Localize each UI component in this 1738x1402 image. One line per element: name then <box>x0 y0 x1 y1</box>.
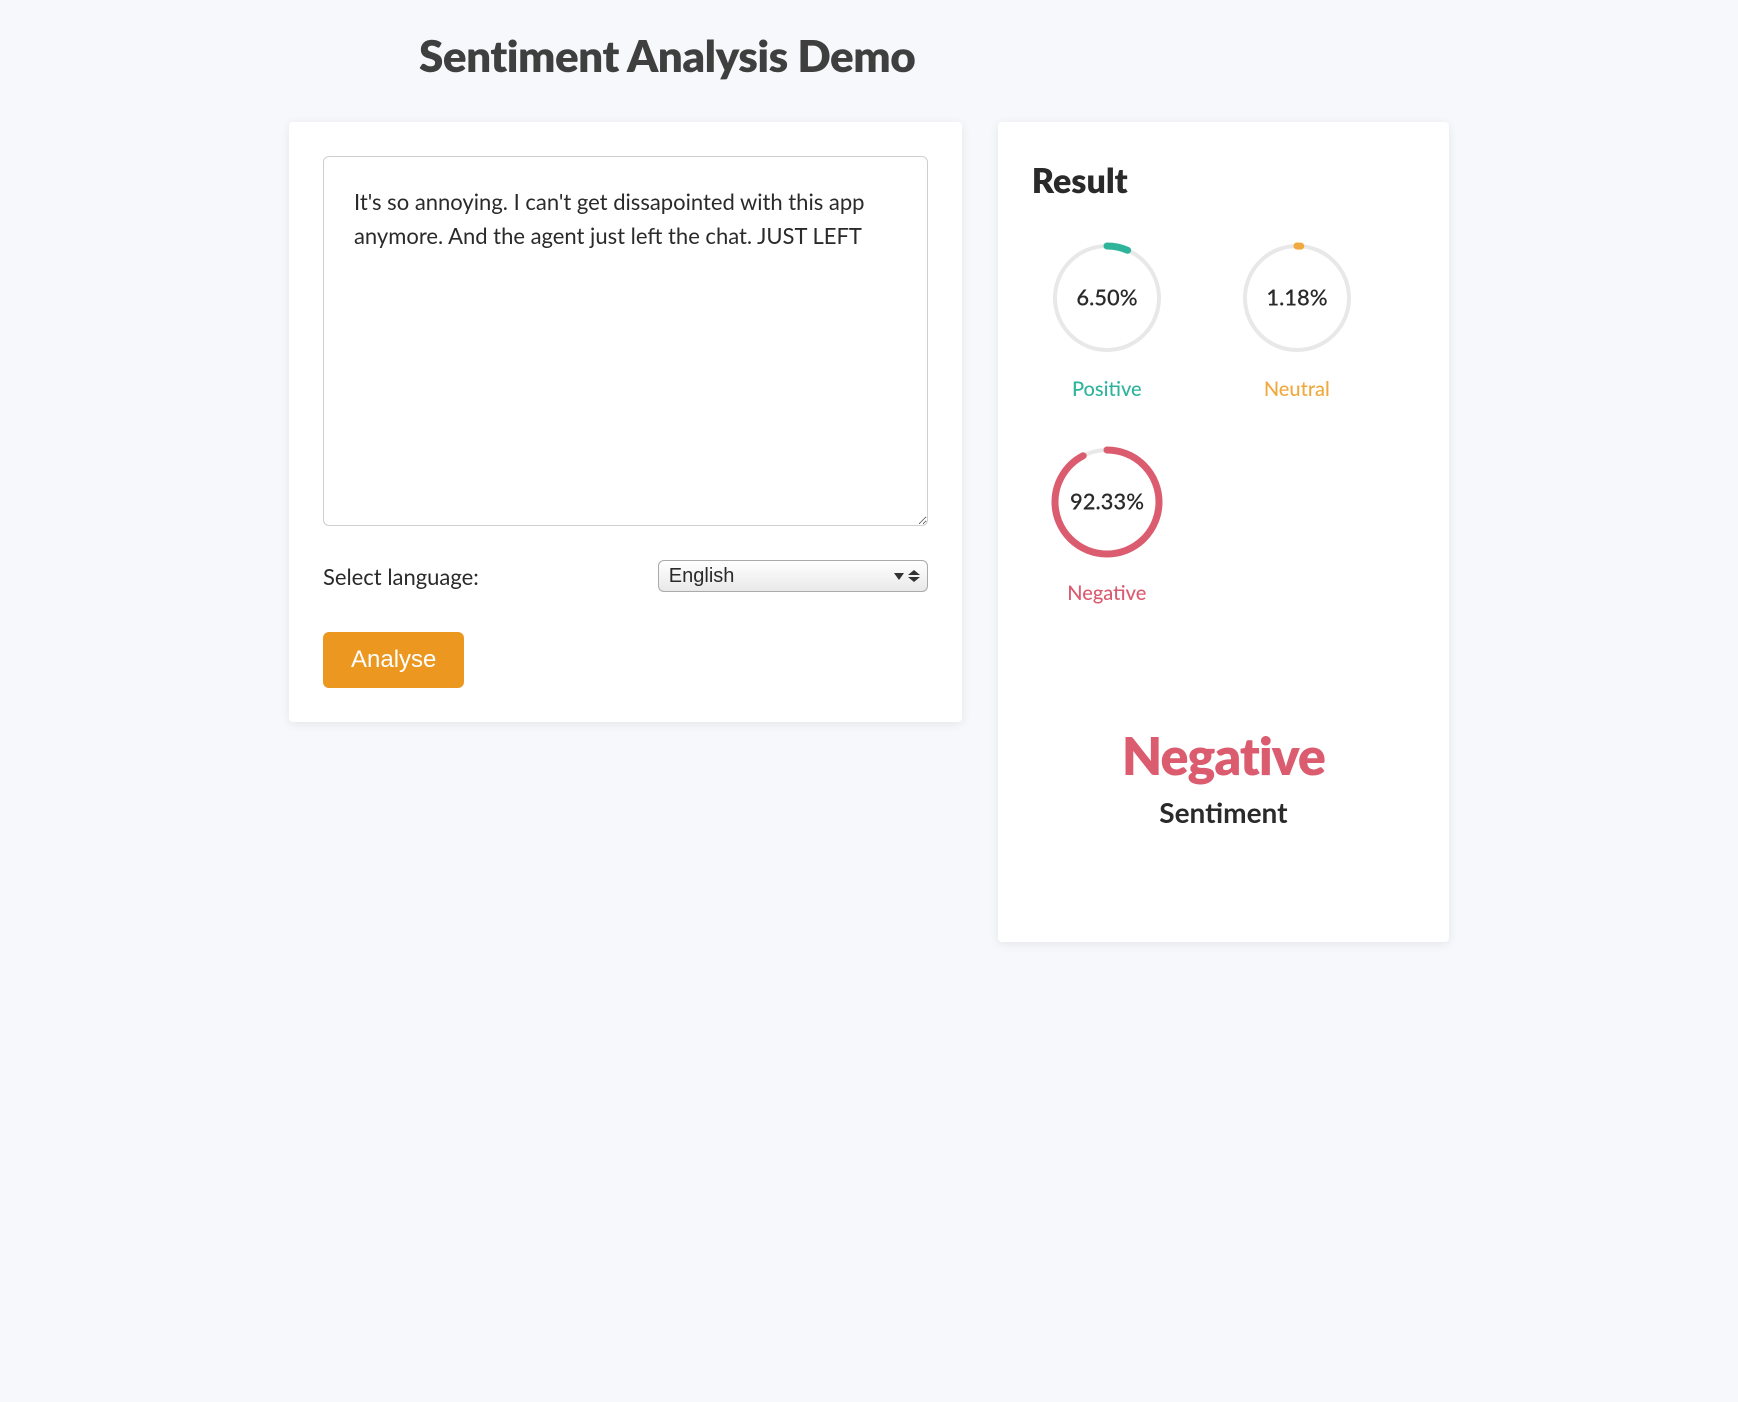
result-card: Result 6.50% Positive 1.18% Neutral 92.33% Ne… <box>998 122 1449 942</box>
verdict-sub: Sentiment <box>1032 795 1415 829</box>
gauge-value-positive: 6.50% <box>1076 284 1137 311</box>
gauge-value-neutral: 1.18% <box>1266 284 1327 311</box>
analyse-button[interactable]: Analyse <box>323 632 464 688</box>
gauge-ring-positive: 6.50% <box>1042 233 1172 363</box>
gauges-container: 6.50% Positive 1.18% Neutral 92.33% Negative <box>1032 233 1415 605</box>
language-select[interactable]: English <box>658 560 928 592</box>
verdict-label: Negative <box>1032 725 1415 787</box>
sentiment-input[interactable] <box>323 156 928 526</box>
language-label: Select language: <box>323 563 479 590</box>
gauge-ring-negative: 92.33% <box>1042 437 1172 567</box>
gauge-label-negative: Negative <box>1067 581 1146 605</box>
gauge-positive: 6.50% Positive <box>1032 233 1182 401</box>
input-card: Select language: English Analyse <box>289 122 962 722</box>
gauge-negative: 92.33% Negative <box>1032 437 1182 605</box>
gauge-value-negative: 92.33% <box>1070 488 1144 515</box>
gauge-ring-neutral: 1.18% <box>1232 233 1362 363</box>
page-title: Sentiment Analysis Demo <box>419 30 1449 82</box>
gauge-label-positive: Positive <box>1072 377 1142 401</box>
gauge-label-neutral: Neutral <box>1264 377 1330 401</box>
gauge-neutral: 1.18% Neutral <box>1222 233 1372 401</box>
result-heading: Result <box>1032 160 1415 201</box>
